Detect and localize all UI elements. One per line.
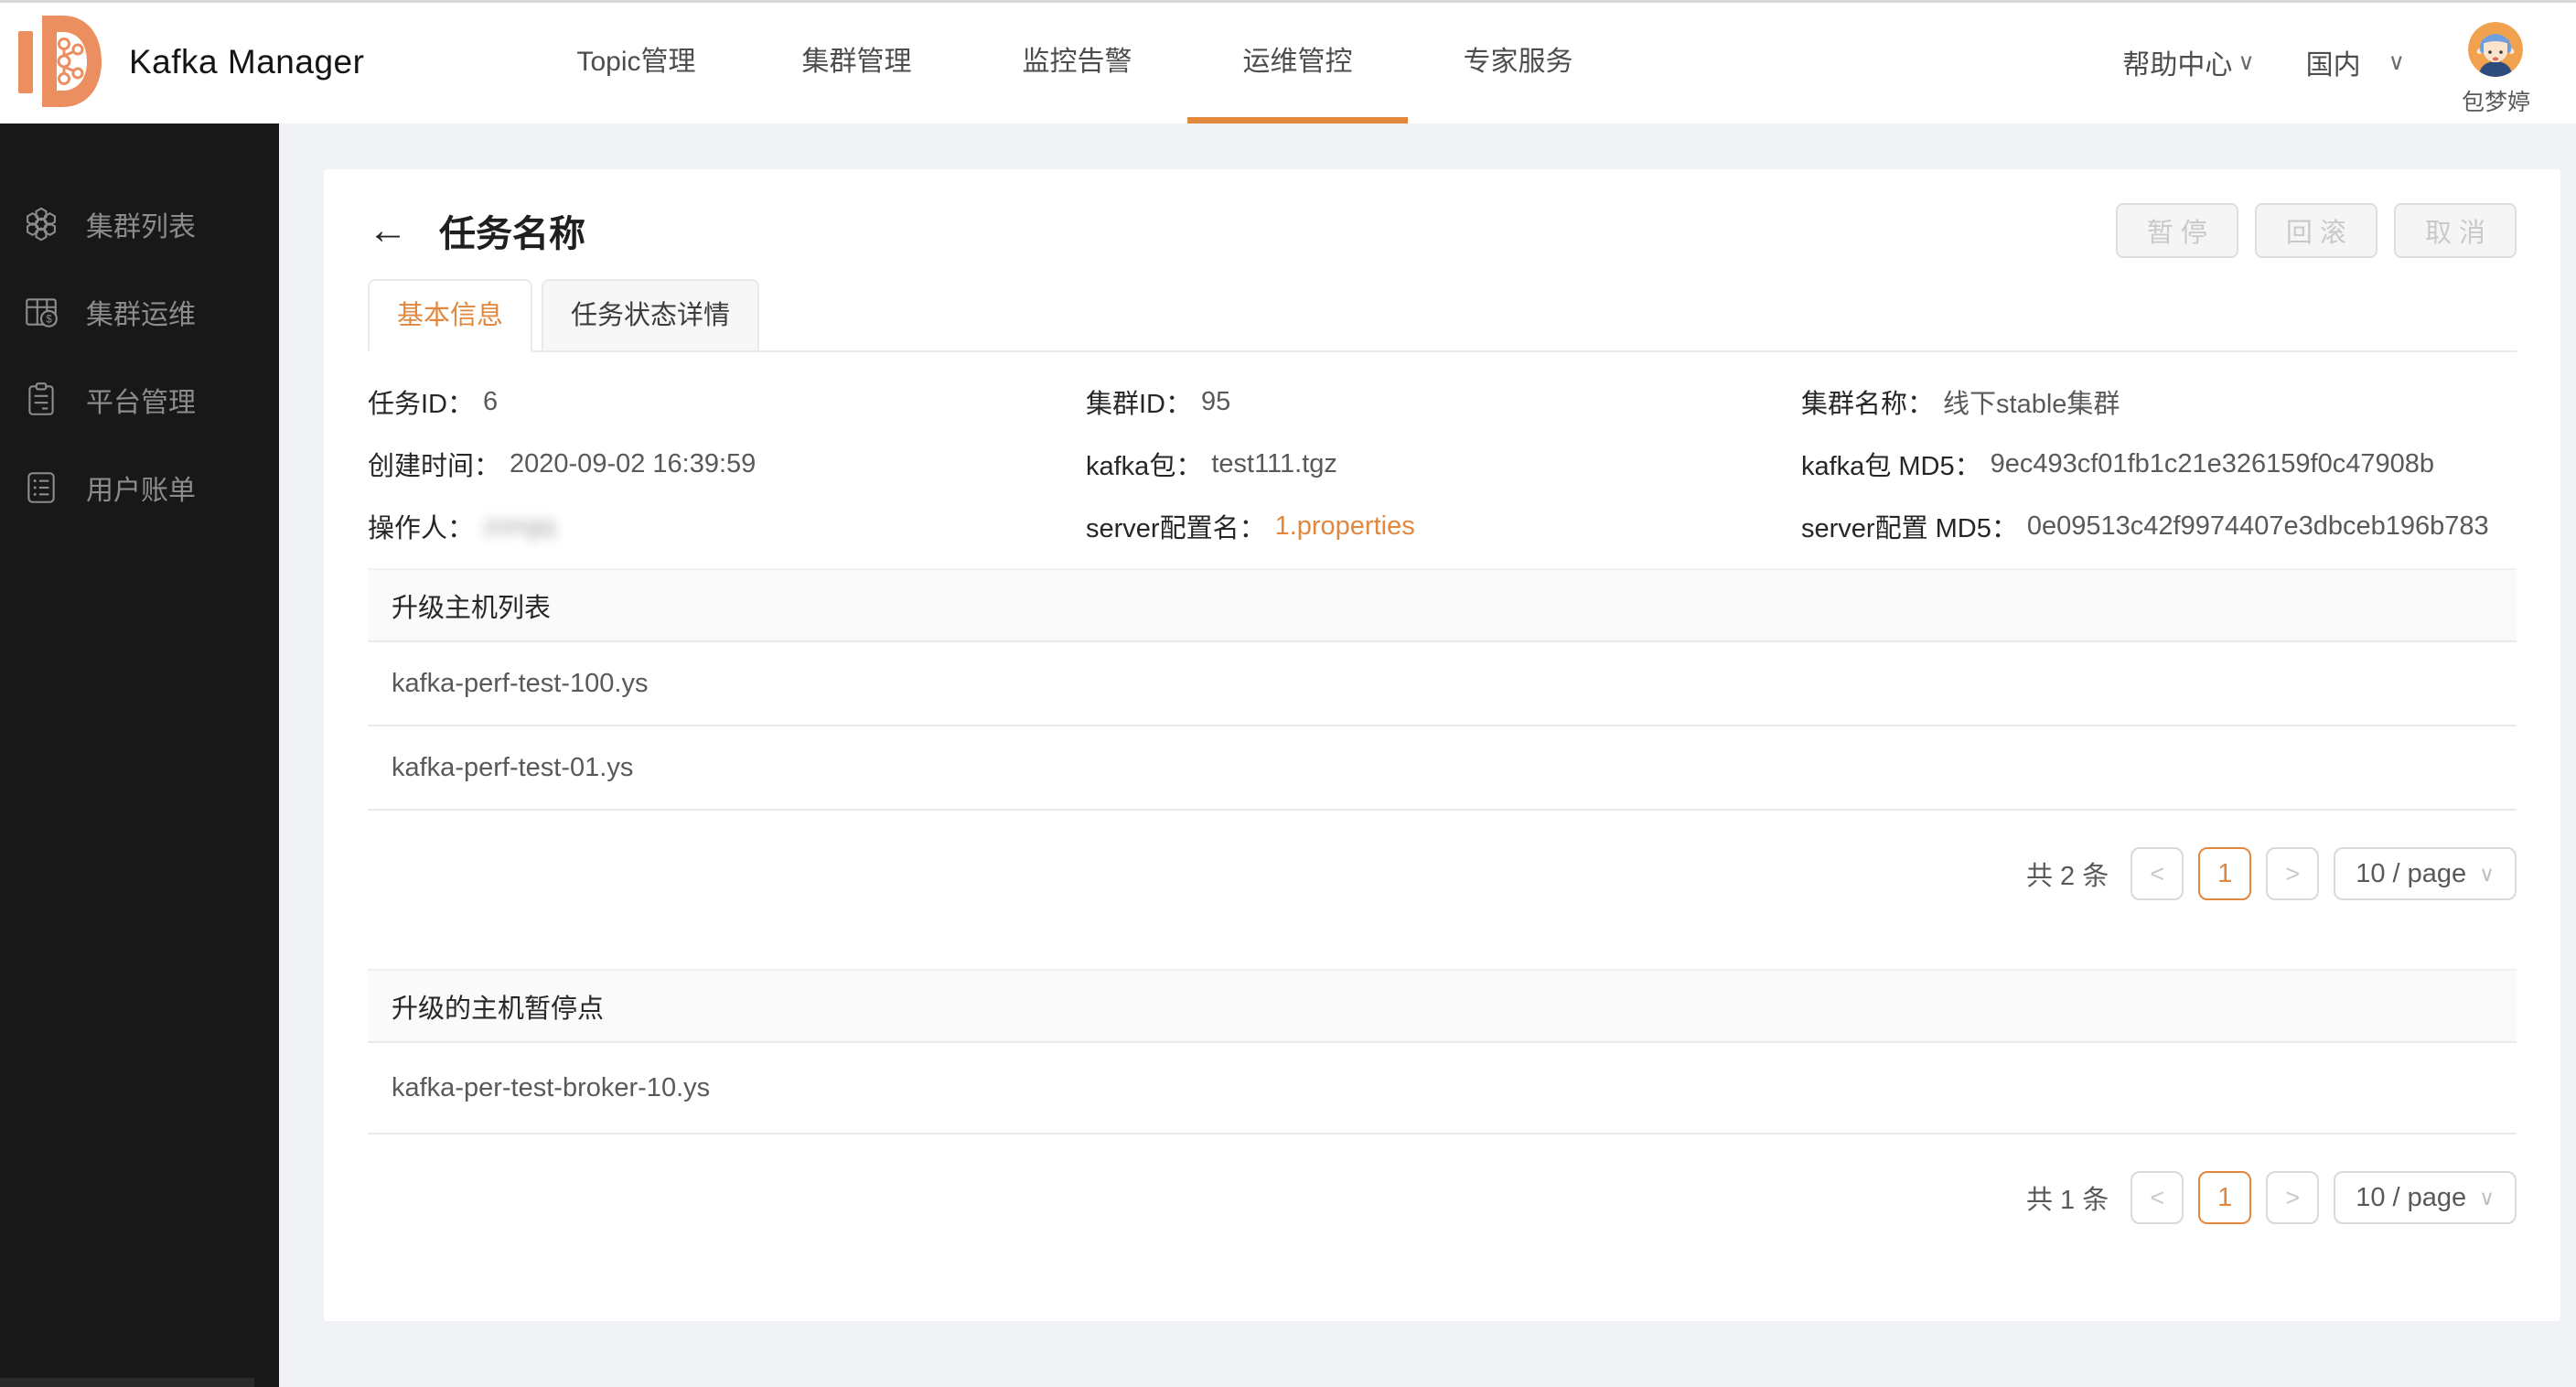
tab-task-status-detail[interactable]: 任务状态详情: [542, 279, 760, 350]
info-kafka-package: kafka包： test111.tgz: [1086, 448, 1337, 482]
kafka-manager-logo-icon: [18, 16, 102, 107]
sidebar-item-cluster-list[interactable]: 集群列表: [0, 180, 279, 268]
upgrade-host-table: 升级主机列表 kafka-pe rf-test-1 00.ys kafka-pe rf…: [368, 568, 2517, 811]
sidebar-item-label: 用户账单: [86, 476, 196, 506]
cluster-list-icon: [27, 207, 56, 242]
rollback-button[interactable]: 回 滚: [2254, 203, 2377, 258]
top-navbar: Kafka Manager Topic管理 集群管理 监控告警 运维管控 专家服…: [0, 0, 2576, 124]
info-cluster-id: 集群ID： 95: [1086, 386, 1231, 420]
sidebar: 集群列表 $ 集群运维 平台管理 用户账单: [0, 124, 279, 1387]
prev-page-button[interactable]: <: [2131, 1171, 2184, 1224]
next-page-button[interactable]: >: [2266, 1171, 2320, 1224]
page-header: ← 任务名称 暂 停 回 滚 取 消: [368, 169, 2517, 259]
page-number-1[interactable]: 1: [2198, 847, 2252, 900]
pause-point-table-header: 升级的主机暂停点: [368, 969, 2517, 1043]
info-create-time: 创建时间： 2020-09-02 16:39:59: [368, 448, 757, 482]
topbar-right: 帮助中心 ∨ 国内 ∨ 包梦婷: [2122, 0, 2576, 124]
table-row: kafka-pe rf-test-0 1.ys: [368, 726, 2517, 811]
sidebar-collapse-trigger[interactable]: [0, 1378, 254, 1387]
chevron-down-icon: ∨: [2479, 1185, 2495, 1210]
page-size-select[interactable]: 10 / page ∨: [2334, 1171, 2517, 1224]
region-label: 国内: [2305, 49, 2361, 81]
task-info-grid: 任务ID： 6 集群ID： 95 集群名称： 线下stable集群 创建时间： …: [368, 352, 2517, 557]
sidebar-menu: 集群列表 $ 集群运维 平台管理 用户账单: [0, 124, 279, 532]
table-row: kafka-pe rf-test-1 00.ys: [368, 642, 2517, 726]
back-arrow-icon[interactable]: ←: [368, 210, 408, 251]
sidebar-item-label: 集群列表: [86, 212, 196, 242]
cancel-button[interactable]: 取 消: [2393, 203, 2517, 258]
pause-point-table: 升级的主机暂停点 kafka-per-tes t-broker-1 0.ys: [368, 969, 2517, 1134]
redacted-text: rf-test-1: [493, 668, 585, 698]
tab-basic-info[interactable]: 基本信息: [368, 279, 533, 352]
page-number-1[interactable]: 1: [2198, 1171, 2252, 1224]
sidebar-item-label: 集群运维: [86, 300, 196, 330]
sidebar-item-user-billing[interactable]: 用户账单: [0, 444, 279, 532]
primary-nav: Topic管理 集群管理 监控告警 运维管控 专家服务: [526, 0, 1628, 124]
svg-text:$: $: [46, 315, 52, 326]
info-kafka-package-md5: kafka包 MD5： 9ec493cf01fb1c21e326159f0c47…: [1801, 448, 2434, 482]
chevron-down-icon: ∨: [2238, 48, 2255, 75]
chevron-down-icon: ∨: [2388, 48, 2405, 75]
next-page-button[interactable]: >: [2266, 847, 2320, 900]
nav-cluster-management[interactable]: 集群管理: [746, 0, 967, 124]
region-dropdown[interactable]: 国内 ∨: [2306, 0, 2405, 124]
nav-monitor-alert[interactable]: 监控告警: [967, 0, 1187, 124]
help-center-label: 帮助中心: [2122, 49, 2233, 81]
nav-topic-management[interactable]: Topic管理: [526, 0, 746, 124]
pause-button[interactable]: 暂 停: [2115, 203, 2238, 258]
task-detail-card: ← 任务名称 暂 停 回 滚 取 消 基本信息 任务状态详情 任务ID： 6 集…: [324, 169, 2560, 1321]
upgrade-host-table-header: 升级主机列表: [368, 568, 2517, 642]
platform-mgmt-icon: [28, 382, 54, 415]
avatar[interactable]: [2468, 22, 2524, 77]
user-menu[interactable]: 包梦婷: [2462, 0, 2530, 117]
sidebar-item-platform-mgmt[interactable]: 平台管理: [0, 356, 279, 444]
pause-point-pagination: 共 1 条 < 1 > 10 / page ∨: [368, 1171, 2517, 1224]
detail-tabs: 基本信息 任务状态详情: [368, 279, 2517, 352]
chevron-down-icon: ∨: [2479, 861, 2495, 886]
brand: Kafka Manager: [16, 11, 364, 113]
help-center-dropdown[interactable]: 帮助中心 ∨: [2122, 0, 2254, 124]
server-config-link[interactable]: 1.properties: [1275, 511, 1415, 542]
sidebar-item-cluster-ops[interactable]: $ 集群运维: [0, 268, 279, 356]
info-cluster-name: 集群名称： 线下stable集群: [1801, 390, 2120, 419]
table-row: kafka-per-tes t-broker-1 0.ys: [368, 1043, 2517, 1134]
user-name: 包梦婷: [2461, 90, 2530, 115]
total-count: 共 2 条: [2025, 862, 2109, 891]
redacted-text: t-broker-1: [546, 1072, 661, 1102]
nav-expert-service[interactable]: 专家服务: [1408, 0, 1628, 124]
prev-page-button[interactable]: <: [2131, 847, 2184, 900]
info-server-config-name: server配置名： 1.properties: [1086, 511, 1415, 544]
window-top-edge: [0, 0, 2576, 3]
info-operator: 操作人： zongq: [368, 511, 556, 544]
page-title: 任务名称: [439, 214, 585, 254]
task-actions: 暂 停 回 滚 取 消: [2115, 203, 2517, 258]
info-task-id: 任务ID： 6: [368, 386, 499, 420]
total-count: 共 1 条: [2025, 1186, 2109, 1215]
redacted-text: rf-test-0: [493, 752, 585, 782]
nav-ops-control[interactable]: 运维管控: [1187, 0, 1408, 124]
user-billing-icon: [27, 472, 55, 503]
info-server-config-md5: server配置 MD5： 0e09513c42f9974407e3dbceb1…: [1801, 511, 2489, 544]
page-size-select[interactable]: 10 / page ∨: [2334, 847, 2517, 900]
upgrade-host-pagination: 共 2 条 < 1 > 10 / page ∨: [368, 847, 2517, 900]
sidebar-item-label: 平台管理: [86, 388, 196, 418]
app-title: Kafka Manager: [129, 43, 365, 81]
cluster-ops-icon: $: [26, 298, 58, 328]
